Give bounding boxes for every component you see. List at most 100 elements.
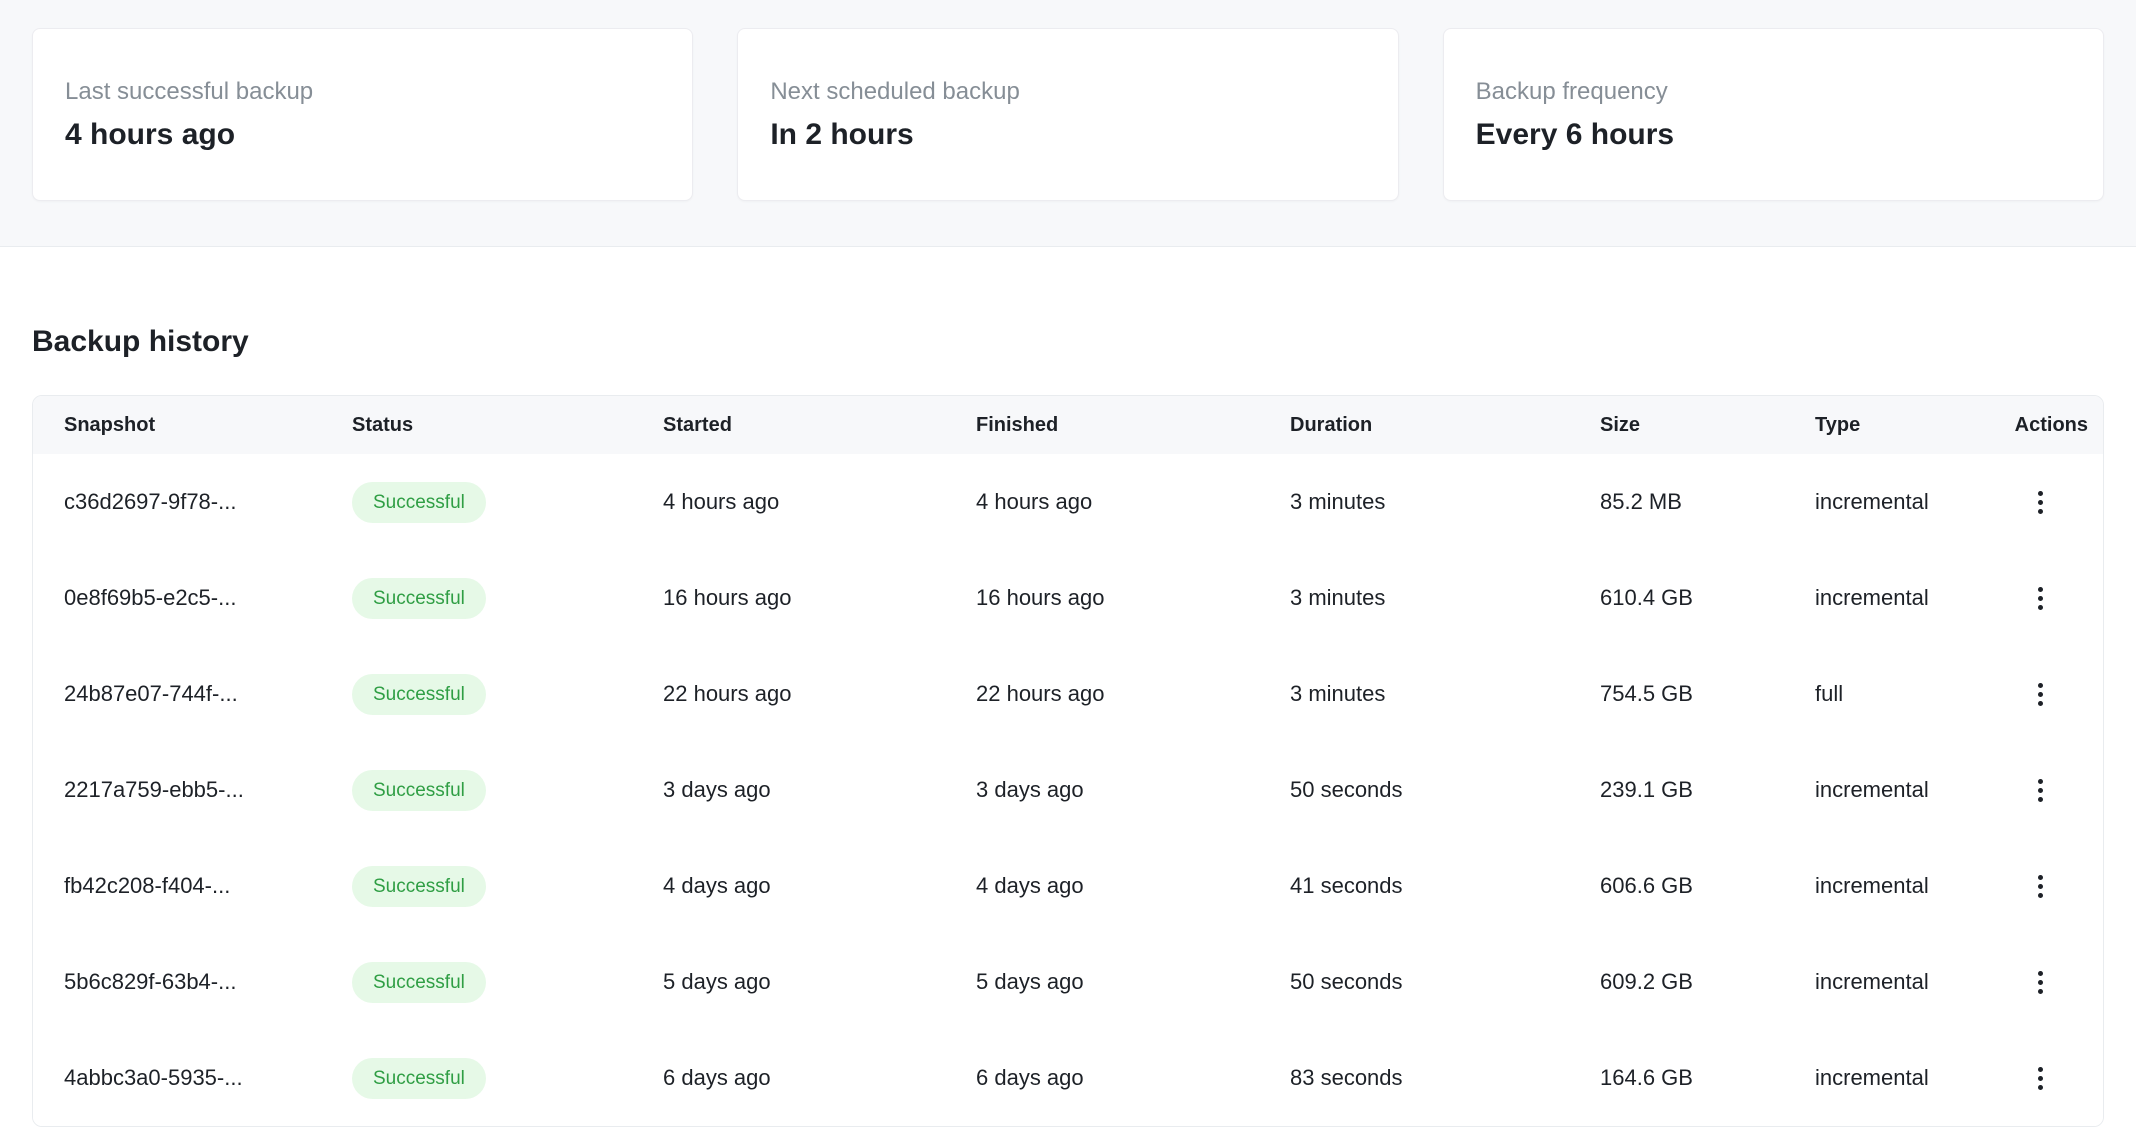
row-actions-button[interactable]: [2021, 1058, 2061, 1098]
finished-cell: 4 hours ago: [976, 454, 1290, 550]
row-actions-button[interactable]: [2021, 482, 2061, 522]
size-cell: 239.1 GB: [1600, 742, 1815, 838]
started-cell: 6 days ago: [663, 1030, 976, 1126]
row-actions-button[interactable]: [2021, 770, 2061, 810]
table-header: Snapshot Status Started Finished Duratio…: [33, 396, 2103, 454]
size-cell: 609.2 GB: [1600, 934, 1815, 1030]
row-actions-button[interactable]: [2021, 674, 2061, 714]
snapshot-id-cell: 5b6c829f-63b4-...: [33, 934, 352, 1030]
table-header-row: Snapshot Status Started Finished Duratio…: [33, 396, 2103, 454]
snapshot-id-cell: fb42c208-f404-...: [33, 838, 352, 934]
stat-card-next-scheduled-backup: Next scheduled backup In 2 hours: [737, 28, 1398, 201]
table-row: fb42c208-f404-... Successful 4 days ago …: [33, 838, 2103, 934]
snapshot-id-cell: 2217a759-ebb5-...: [33, 742, 352, 838]
backup-history-table: Snapshot Status Started Finished Duratio…: [33, 396, 2103, 1126]
type-cell: incremental: [1815, 838, 1978, 934]
type-cell: incremental: [1815, 454, 1978, 550]
row-actions-button[interactable]: [2021, 866, 2061, 906]
snapshot-id-cell: 4abbc3a0-5935-...: [33, 1030, 352, 1126]
page-title: Backup history: [32, 325, 2104, 359]
status-badge: Successful: [352, 674, 486, 715]
size-cell: 85.2 MB: [1600, 454, 1815, 550]
size-cell: 610.4 GB: [1600, 550, 1815, 646]
stat-label: Backup frequency: [1476, 76, 2071, 107]
finished-cell: 6 days ago: [976, 1030, 1290, 1126]
table-row: 4abbc3a0-5935-... Successful 6 days ago …: [33, 1030, 2103, 1126]
snapshot-id-cell: c36d2697-9f78-...: [33, 454, 352, 550]
table-row: c36d2697-9f78-... Successful 4 hours ago…: [33, 454, 2103, 550]
stat-label: Next scheduled backup: [770, 76, 1365, 107]
backup-summary-section: Last successful backup 4 hours ago Next …: [0, 0, 2136, 247]
type-cell: incremental: [1815, 742, 1978, 838]
finished-cell: 22 hours ago: [976, 646, 1290, 742]
duration-cell: 41 seconds: [1290, 838, 1600, 934]
column-header-status: Status: [352, 396, 663, 454]
status-badge: Successful: [352, 1058, 486, 1099]
status-cell: Successful: [352, 454, 663, 550]
column-header-snapshot: Snapshot: [33, 396, 352, 454]
snapshot-id-cell: 24b87e07-744f-...: [33, 646, 352, 742]
finished-cell: 3 days ago: [976, 742, 1290, 838]
column-header-finished: Finished: [976, 396, 1290, 454]
row-actions-button[interactable]: [2021, 578, 2061, 618]
backup-history-table-card: Snapshot Status Started Finished Duratio…: [32, 395, 2104, 1127]
stat-card-backup-frequency: Backup frequency Every 6 hours: [1443, 28, 2104, 201]
table-row: 2217a759-ebb5-... Successful 3 days ago …: [33, 742, 2103, 838]
stat-label: Last successful backup: [65, 76, 660, 107]
started-cell: 5 days ago: [663, 934, 976, 1030]
status-badge: Successful: [352, 866, 486, 907]
stat-value: In 2 hours: [770, 117, 1365, 153]
status-cell: Successful: [352, 742, 663, 838]
size-cell: 164.6 GB: [1600, 1030, 1815, 1126]
duration-cell: 50 seconds: [1290, 934, 1600, 1030]
type-cell: full: [1815, 646, 1978, 742]
backup-table-body: c36d2697-9f78-... Successful 4 hours ago…: [33, 454, 2103, 1126]
status-badge: Successful: [352, 770, 486, 811]
status-badge: Successful: [352, 578, 486, 619]
actions-cell: [1978, 838, 2103, 934]
table-row: 0e8f69b5-e2c5-... Successful 16 hours ag…: [33, 550, 2103, 646]
duration-cell: 3 minutes: [1290, 454, 1600, 550]
type-cell: incremental: [1815, 1030, 1978, 1126]
actions-cell: [1978, 550, 2103, 646]
stat-value: 4 hours ago: [65, 117, 660, 153]
duration-cell: 3 minutes: [1290, 550, 1600, 646]
column-header-size: Size: [1600, 396, 1815, 454]
column-header-duration: Duration: [1290, 396, 1600, 454]
row-actions-button[interactable]: [2021, 962, 2061, 1002]
type-cell: incremental: [1815, 934, 1978, 1030]
table-row: 5b6c829f-63b4-... Successful 5 days ago …: [33, 934, 2103, 1030]
actions-cell: [1978, 742, 2103, 838]
column-header-type: Type: [1815, 396, 1978, 454]
actions-cell: [1978, 934, 2103, 1030]
column-header-actions: Actions: [1978, 396, 2103, 454]
started-cell: 16 hours ago: [663, 550, 976, 646]
started-cell: 4 days ago: [663, 838, 976, 934]
status-badge: Successful: [352, 482, 486, 523]
started-cell: 4 hours ago: [663, 454, 976, 550]
status-cell: Successful: [352, 646, 663, 742]
column-header-started: Started: [663, 396, 976, 454]
status-cell: Successful: [352, 838, 663, 934]
status-cell: Successful: [352, 1030, 663, 1126]
size-cell: 606.6 GB: [1600, 838, 1815, 934]
duration-cell: 50 seconds: [1290, 742, 1600, 838]
stat-value: Every 6 hours: [1476, 117, 2071, 153]
started-cell: 22 hours ago: [663, 646, 976, 742]
finished-cell: 16 hours ago: [976, 550, 1290, 646]
stat-card-last-successful-backup: Last successful backup 4 hours ago: [32, 28, 693, 201]
finished-cell: 4 days ago: [976, 838, 1290, 934]
duration-cell: 83 seconds: [1290, 1030, 1600, 1126]
size-cell: 754.5 GB: [1600, 646, 1815, 742]
snapshot-id-cell: 0e8f69b5-e2c5-...: [33, 550, 352, 646]
status-cell: Successful: [352, 934, 663, 1030]
backup-history-section: Backup history Snapshot Status Started F…: [0, 325, 2136, 1127]
finished-cell: 5 days ago: [976, 934, 1290, 1030]
actions-cell: [1978, 646, 2103, 742]
status-cell: Successful: [352, 550, 663, 646]
actions-cell: [1978, 454, 2103, 550]
type-cell: incremental: [1815, 550, 1978, 646]
table-row: 24b87e07-744f-... Successful 22 hours ag…: [33, 646, 2103, 742]
started-cell: 3 days ago: [663, 742, 976, 838]
status-badge: Successful: [352, 962, 486, 1003]
